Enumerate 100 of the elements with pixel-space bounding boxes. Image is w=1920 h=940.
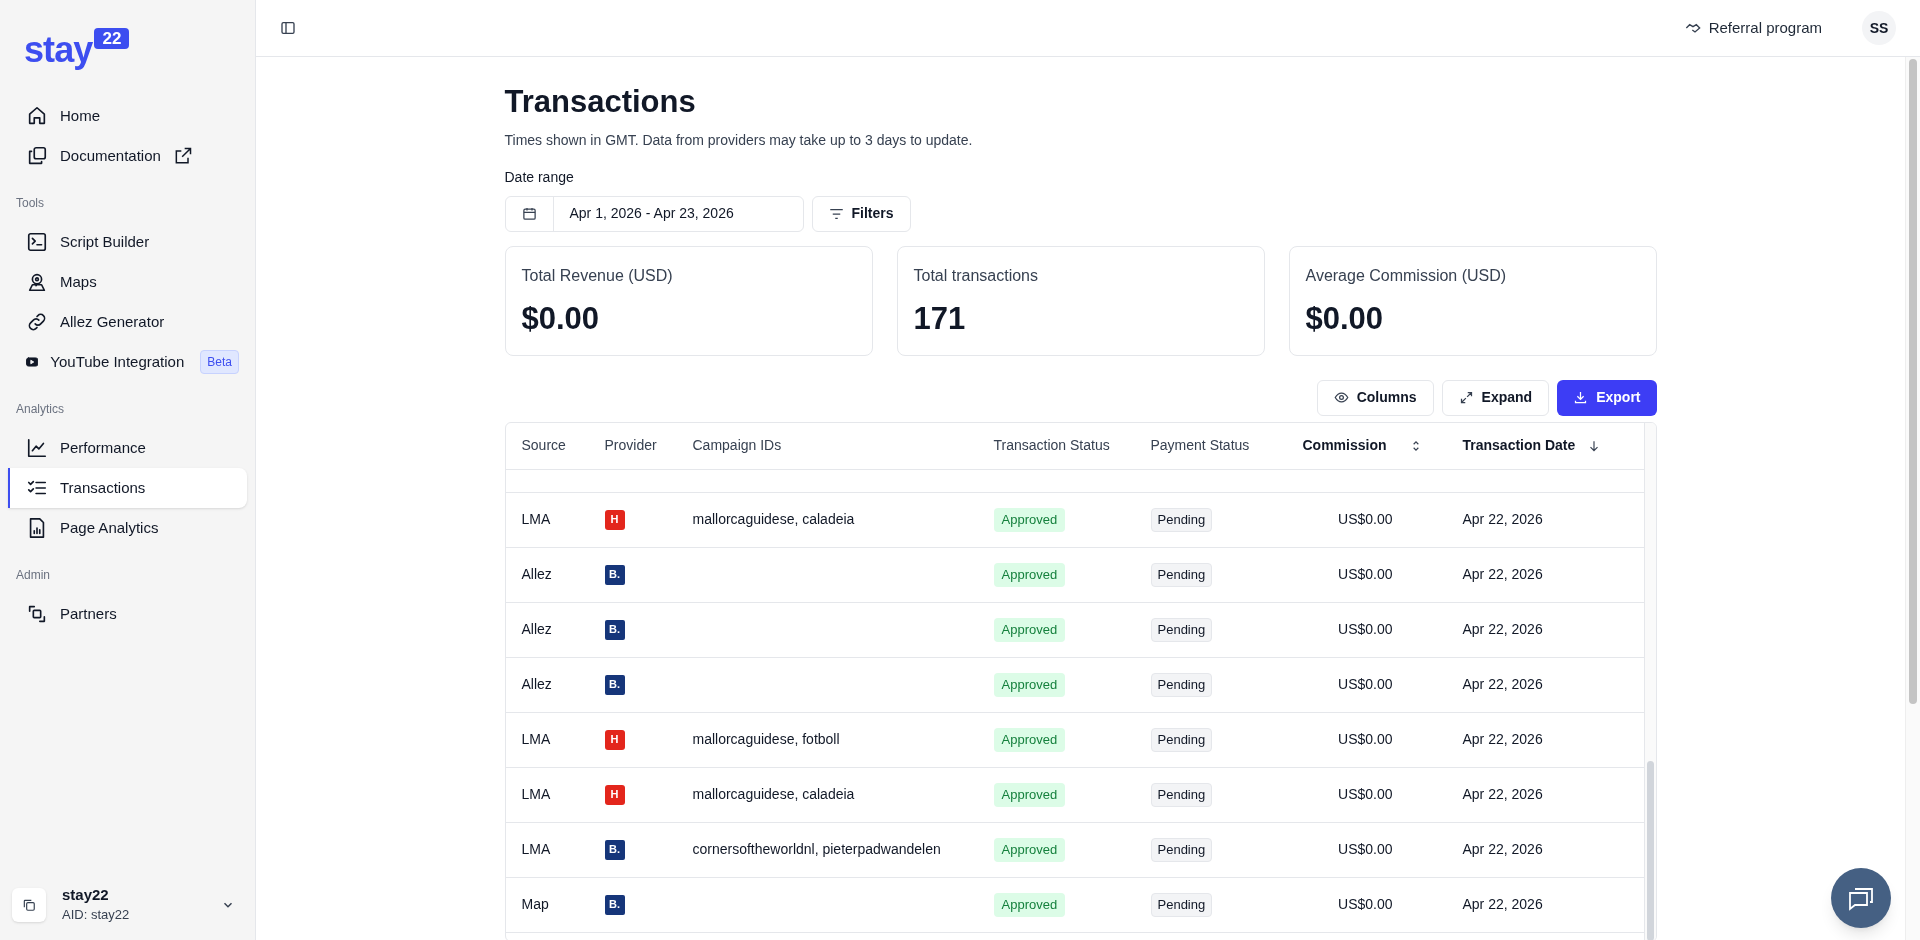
page-subtitle: Times shown in GMT. Data from providers may take up to 3 days to update. — [504, 130, 974, 150]
sidebar-item[interactable]: Partners — [8, 594, 247, 634]
provider-logo: B. — [604, 564, 625, 585]
status-badge: Pending — [1150, 508, 1213, 532]
sidebar-item[interactable]: YouTube Integration Beta — [8, 342, 247, 382]
expand-button[interactable]: Expand — [1441, 379, 1550, 416]
sidebar-section-title: Admin — [15, 567, 51, 584]
referral-link[interactable]: Referral program — [1708, 16, 1822, 40]
source-cell-text: LMA — [521, 785, 551, 805]
sidebar-section-title: Analytics — [15, 401, 66, 418]
account-icon — [12, 887, 46, 922]
commission-cell-text: US$0.00 — [1338, 785, 1393, 805]
column-header[interactable]: Campaign IDs — [692, 435, 782, 457]
chat-button[interactable] — [1831, 868, 1891, 928]
commission-cell-text: US$0.00 — [1338, 730, 1393, 750]
provider-logo: H — [604, 509, 625, 530]
stat-value: 171 — [913, 299, 967, 338]
date-cell-text: Apr 22, 2026 — [1462, 565, 1543, 585]
export-button[interactable]: Export — [1557, 379, 1657, 416]
squares-icon — [26, 603, 48, 625]
date-cell-text: Apr 22, 2026 — [1462, 840, 1543, 860]
sidebar-item[interactable]: Script Builder — [8, 222, 247, 262]
status-badge: Approved — [993, 728, 1066, 752]
sidebar-item[interactable]: Allez Generator — [8, 302, 247, 342]
status-badge: Approved — [993, 508, 1066, 532]
column-header[interactable]: Commission — [1302, 435, 1387, 457]
date-cell-text: Apr 22, 2026 — [1462, 730, 1543, 750]
commission-cell-text: US$0.00 — [1338, 675, 1393, 695]
commission-cell-text: US$0.00 — [1338, 840, 1393, 860]
sidebar-item[interactable]: Page Analytics — [8, 508, 247, 548]
page-title: Transactions — [504, 83, 697, 121]
source-cell-text: Allez — [521, 565, 552, 585]
status-badge: Approved — [993, 783, 1066, 807]
column-header[interactable]: Payment Status — [1150, 435, 1250, 457]
source-cell-text: Allez — [521, 620, 552, 640]
status-badge: Pending — [1150, 783, 1213, 807]
beta-badge: Beta — [200, 350, 239, 374]
column-header[interactable]: Source — [521, 435, 566, 457]
status-badge: Approved — [993, 893, 1066, 917]
table-scrollbar[interactable] — [1643, 422, 1656, 940]
source-cell-text: Allez — [521, 675, 552, 695]
column-header[interactable]: Provider — [604, 435, 657, 457]
commission-cell-text: US$0.00 — [1338, 565, 1393, 585]
terminal-icon — [26, 231, 48, 253]
provider-logo: B. — [604, 894, 625, 915]
provider-logo: B. — [604, 619, 625, 640]
status-badge: Pending — [1150, 893, 1213, 917]
column-header[interactable]: Transaction Date — [1462, 435, 1576, 457]
sidebar-toggle-icon[interactable] — [280, 20, 296, 36]
source-cell-text: LMA — [521, 510, 551, 530]
eye-icon — [1333, 390, 1349, 406]
status-badge: Approved — [993, 618, 1066, 642]
date-cell-text: Apr 22, 2026 — [1462, 620, 1543, 640]
status-badge: Approved — [993, 838, 1066, 862]
account-name: stay22 — [62, 885, 110, 905]
stat-value: $0.00 — [1305, 299, 1385, 338]
line-chart-icon — [26, 437, 48, 459]
sidebar-item[interactable]: Home — [8, 96, 247, 136]
sidebar-item[interactable]: Maps — [8, 262, 247, 302]
columns-button[interactable]: Columns — [1316, 379, 1434, 416]
stat-label: Average Commission (USD) — [1305, 265, 1508, 286]
source-cell-text: LMA — [521, 840, 551, 860]
provider-logo: B. — [604, 674, 625, 695]
commission-cell-text: US$0.00 — [1338, 620, 1393, 640]
campaign-ids-cell-text: mallorcaguidese, fotboll — [692, 730, 840, 750]
date-cell-text: Apr 22, 2026 — [1462, 510, 1543, 530]
status-badge: Approved — [993, 563, 1066, 587]
page-scrollbar[interactable] — [1905, 57, 1920, 940]
commission-cell-text: US$0.00 — [1338, 510, 1393, 530]
stat-label: Total transactions — [913, 265, 1039, 286]
sidebar-item[interactable]: Documentation — [8, 136, 247, 176]
chat-icon — [1847, 885, 1875, 911]
stat-value: $0.00 — [521, 299, 601, 338]
home-icon — [26, 105, 48, 127]
provider-logo: H — [604, 729, 625, 750]
date-cell-text: Apr 22, 2026 — [1462, 895, 1543, 915]
provider-logo: B. — [604, 839, 625, 860]
source-cell-text: Map — [521, 895, 549, 915]
status-badge: Pending — [1150, 618, 1213, 642]
date-range-picker[interactable]: Apr 1, 2026 - Apr 23, 2026 — [504, 195, 804, 232]
sidebar-item[interactable]: Transactions — [8, 468, 247, 508]
date-range-label: Date range — [504, 167, 575, 187]
link-icon — [26, 311, 48, 333]
filter-icon — [828, 207, 844, 220]
campaign-ids-cell-text: mallorcaguidese, caladeia — [692, 785, 855, 805]
status-badge: Pending — [1150, 673, 1213, 697]
status-badge: Pending — [1150, 838, 1213, 862]
user-avatar[interactable]: SS — [1862, 11, 1896, 45]
source-cell-text: LMA — [521, 730, 551, 750]
sidebar-item[interactable]: Performance — [8, 428, 247, 468]
filters-button[interactable]: Filters — [811, 195, 911, 232]
commission-cell-text: US$0.00 — [1338, 895, 1393, 915]
status-badge: Pending — [1150, 563, 1213, 587]
date-cell-text: Apr 22, 2026 — [1462, 785, 1543, 805]
column-header[interactable]: Transaction Status — [993, 435, 1110, 457]
date-cell-text: Apr 22, 2026 — [1462, 675, 1543, 695]
logo-badge: 22 — [94, 28, 130, 49]
status-badge: Approved — [993, 673, 1066, 697]
stat-label: Total Revenue (USD) — [521, 265, 674, 286]
campaign-ids-cell-text: cornersoftheworldnl, pieterpadwandelen — [692, 840, 941, 860]
